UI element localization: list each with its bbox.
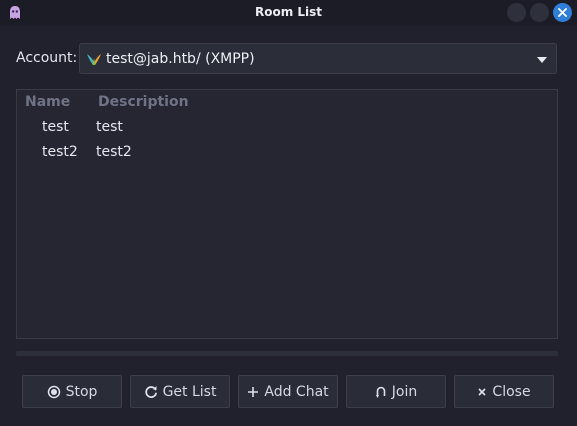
plus-icon (248, 386, 259, 397)
column-header-description[interactable]: Description (98, 94, 189, 110)
join-label: Join (391, 383, 418, 400)
room-name: test (42, 119, 69, 135)
close-icon (478, 387, 486, 396)
get-list-button[interactable]: Get List (130, 375, 230, 408)
close-label: Close (492, 383, 531, 400)
chevron-down-icon (537, 57, 547, 63)
room-list[interactable]: Name Description test test test2 test2 (16, 89, 558, 339)
close-button[interactable]: Close (454, 375, 554, 408)
title-bar: Room List (0, 0, 577, 26)
xmpp-icon (87, 54, 101, 65)
account-value: test@jab.htb/ (XMPP) (106, 51, 255, 67)
get-list-label: Get List (162, 383, 217, 400)
table-row[interactable]: test2 test2 (18, 141, 556, 165)
join-button[interactable]: Join (346, 375, 446, 408)
progress-bar (16, 351, 558, 356)
stop-label: Stop (65, 383, 98, 400)
close-icon (558, 8, 567, 17)
join-icon (375, 386, 386, 398)
room-list-window: Room List Account: test@jab.htb/ (XMPP) … (0, 0, 577, 426)
room-name: test2 (42, 144, 78, 160)
minimize-button[interactable] (507, 3, 526, 22)
stop-button[interactable]: Stop (22, 375, 122, 408)
room-description: test2 (96, 144, 132, 160)
window-title: Room List (254, 5, 323, 19)
room-description: test (96, 119, 123, 135)
window-close-button[interactable] (553, 3, 572, 22)
table-row[interactable]: test test (18, 116, 556, 140)
add-chat-button[interactable]: Add Chat (238, 375, 338, 408)
account-dropdown[interactable]: test@jab.htb/ (XMPP) (79, 43, 557, 74)
stop-icon (47, 385, 60, 398)
column-header-name[interactable]: Name (25, 94, 70, 110)
account-label: Account: (16, 50, 78, 66)
add-chat-label: Add Chat (264, 383, 329, 400)
refresh-icon (144, 385, 157, 398)
maximize-button[interactable] (530, 3, 549, 22)
